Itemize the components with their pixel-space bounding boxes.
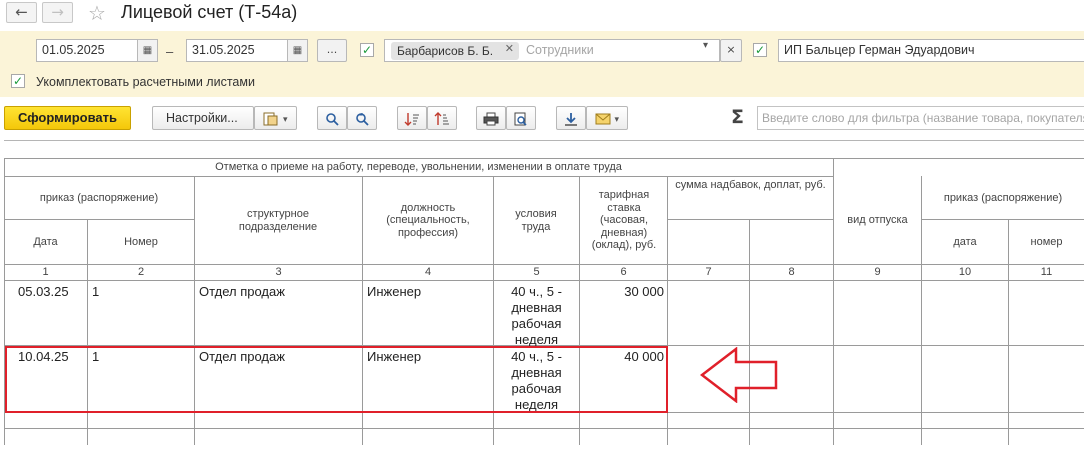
header-order-group-2: приказ (распоряжение)	[943, 191, 1063, 204]
search-next-icon	[356, 112, 369, 126]
column-number: 5	[533, 266, 540, 279]
sort-descending-button[interactable]	[427, 106, 457, 130]
send-mail-button[interactable]: ▾	[586, 106, 628, 130]
header-employment-changes: Отметка о приеме на работу, переводе, ув…	[215, 161, 622, 174]
period-separator: –	[166, 44, 174, 59]
back-button[interactable]: ←	[6, 2, 37, 23]
date-to-input[interactable]: 31.05.2025	[186, 39, 288, 62]
employees-checkbox[interactable]: ✓	[360, 43, 374, 57]
header-date-2: дата	[953, 235, 977, 248]
page-title: Лицевой счет (Т-54а)	[121, 2, 298, 22]
dropdown-arrow-icon[interactable]: ▾	[703, 40, 708, 51]
calendar-icon[interactable]: ▦	[137, 39, 158, 62]
column-number: 1	[42, 266, 49, 279]
left-arrow-icon	[700, 347, 778, 403]
chevron-down-icon: ▾	[282, 115, 288, 125]
forward-button[interactable]: →	[42, 2, 73, 23]
column-number: 10	[958, 266, 972, 279]
clear-employees-button[interactable]: ×	[720, 39, 742, 62]
period-select-button[interactable]: ...	[317, 39, 347, 62]
date-from-input[interactable]: 01.05.2025	[36, 39, 138, 62]
organization-field[interactable]: ИП Бальцер Герман Эдуардович	[778, 39, 1084, 62]
print-preview-icon	[514, 112, 527, 126]
search-next-button[interactable]	[347, 106, 377, 130]
header-order-group: приказ (распоряжение)	[39, 191, 159, 204]
column-number: 7	[705, 266, 712, 279]
report-variants-button[interactable]: ▾	[254, 106, 297, 130]
row-1-rate: 30 000	[624, 284, 664, 299]
column-number: 9	[874, 266, 881, 279]
download-icon	[565, 112, 577, 126]
settings-button[interactable]: Настройки...	[152, 106, 254, 130]
search-button[interactable]	[317, 106, 347, 130]
calendar-icon[interactable]: ▦	[287, 39, 308, 62]
header-rate: тарифная ставка (часовая, дневная) (окла…	[591, 189, 657, 252]
column-number: 2	[137, 266, 145, 279]
payslips-checkbox[interactable]: ✓	[11, 74, 25, 88]
header-position: должность (специальность, профессия)	[386, 201, 470, 239]
row-1-department: Отдел продаж	[199, 284, 285, 299]
header-number-2: номер	[1030, 235, 1063, 248]
favorite-star-icon[interactable]: ☆	[88, 1, 106, 25]
envelope-icon	[595, 113, 611, 125]
sum-icon[interactable]: Σ	[731, 106, 744, 128]
column-number: 11	[1040, 266, 1053, 279]
save-button[interactable]	[556, 106, 586, 130]
header-conditions: условия труда	[515, 208, 557, 233]
close-icon[interactable]: ✕	[505, 42, 514, 55]
employees-placeholder: Сотрудники	[526, 43, 594, 57]
row-1-number: 1	[92, 284, 100, 299]
organization-checkbox[interactable]: ✓	[753, 43, 767, 57]
row-1-position: Инженер	[367, 284, 422, 299]
report-variants-icon	[263, 112, 278, 126]
employee-tag[interactable]: Барбарисов Б. Б. ✕	[391, 42, 519, 60]
sort-ascending-icon	[404, 112, 419, 126]
sort-descending-icon	[434, 111, 449, 125]
row-1-conditions: 40 ч., 5 - дневная рабочая неделя	[511, 284, 562, 347]
column-number: 3	[275, 266, 282, 279]
employee-tag-label: Барбарисов Б. Б.	[397, 44, 494, 58]
print-preview-button[interactable]	[506, 106, 536, 130]
header-date: Дата	[33, 235, 58, 248]
search-icon	[326, 112, 339, 126]
chevron-down-icon: ▾	[614, 115, 619, 125]
header-leave-type: вид отпуска	[847, 214, 908, 227]
column-number: 4	[424, 266, 432, 279]
column-number: 8	[788, 266, 795, 279]
generate-button[interactable]: Сформировать	[4, 106, 131, 130]
row-1-date: 05.03.25	[18, 284, 69, 299]
header-department: структурное подразделение	[238, 208, 318, 233]
header-allowances: сумма надбавок, доплат, руб.	[675, 179, 826, 191]
highlight-box	[5, 346, 668, 413]
print-button[interactable]	[476, 106, 506, 130]
printer-icon	[483, 112, 499, 126]
header-number: Номер	[124, 235, 158, 248]
column-number: 6	[620, 266, 627, 279]
sort-ascending-button[interactable]	[397, 106, 427, 130]
filter-search-input[interactable]: Введите слово для фильтра (название това…	[757, 106, 1084, 130]
payslips-label[interactable]: Укомплектовать расчетными листами	[36, 75, 255, 89]
